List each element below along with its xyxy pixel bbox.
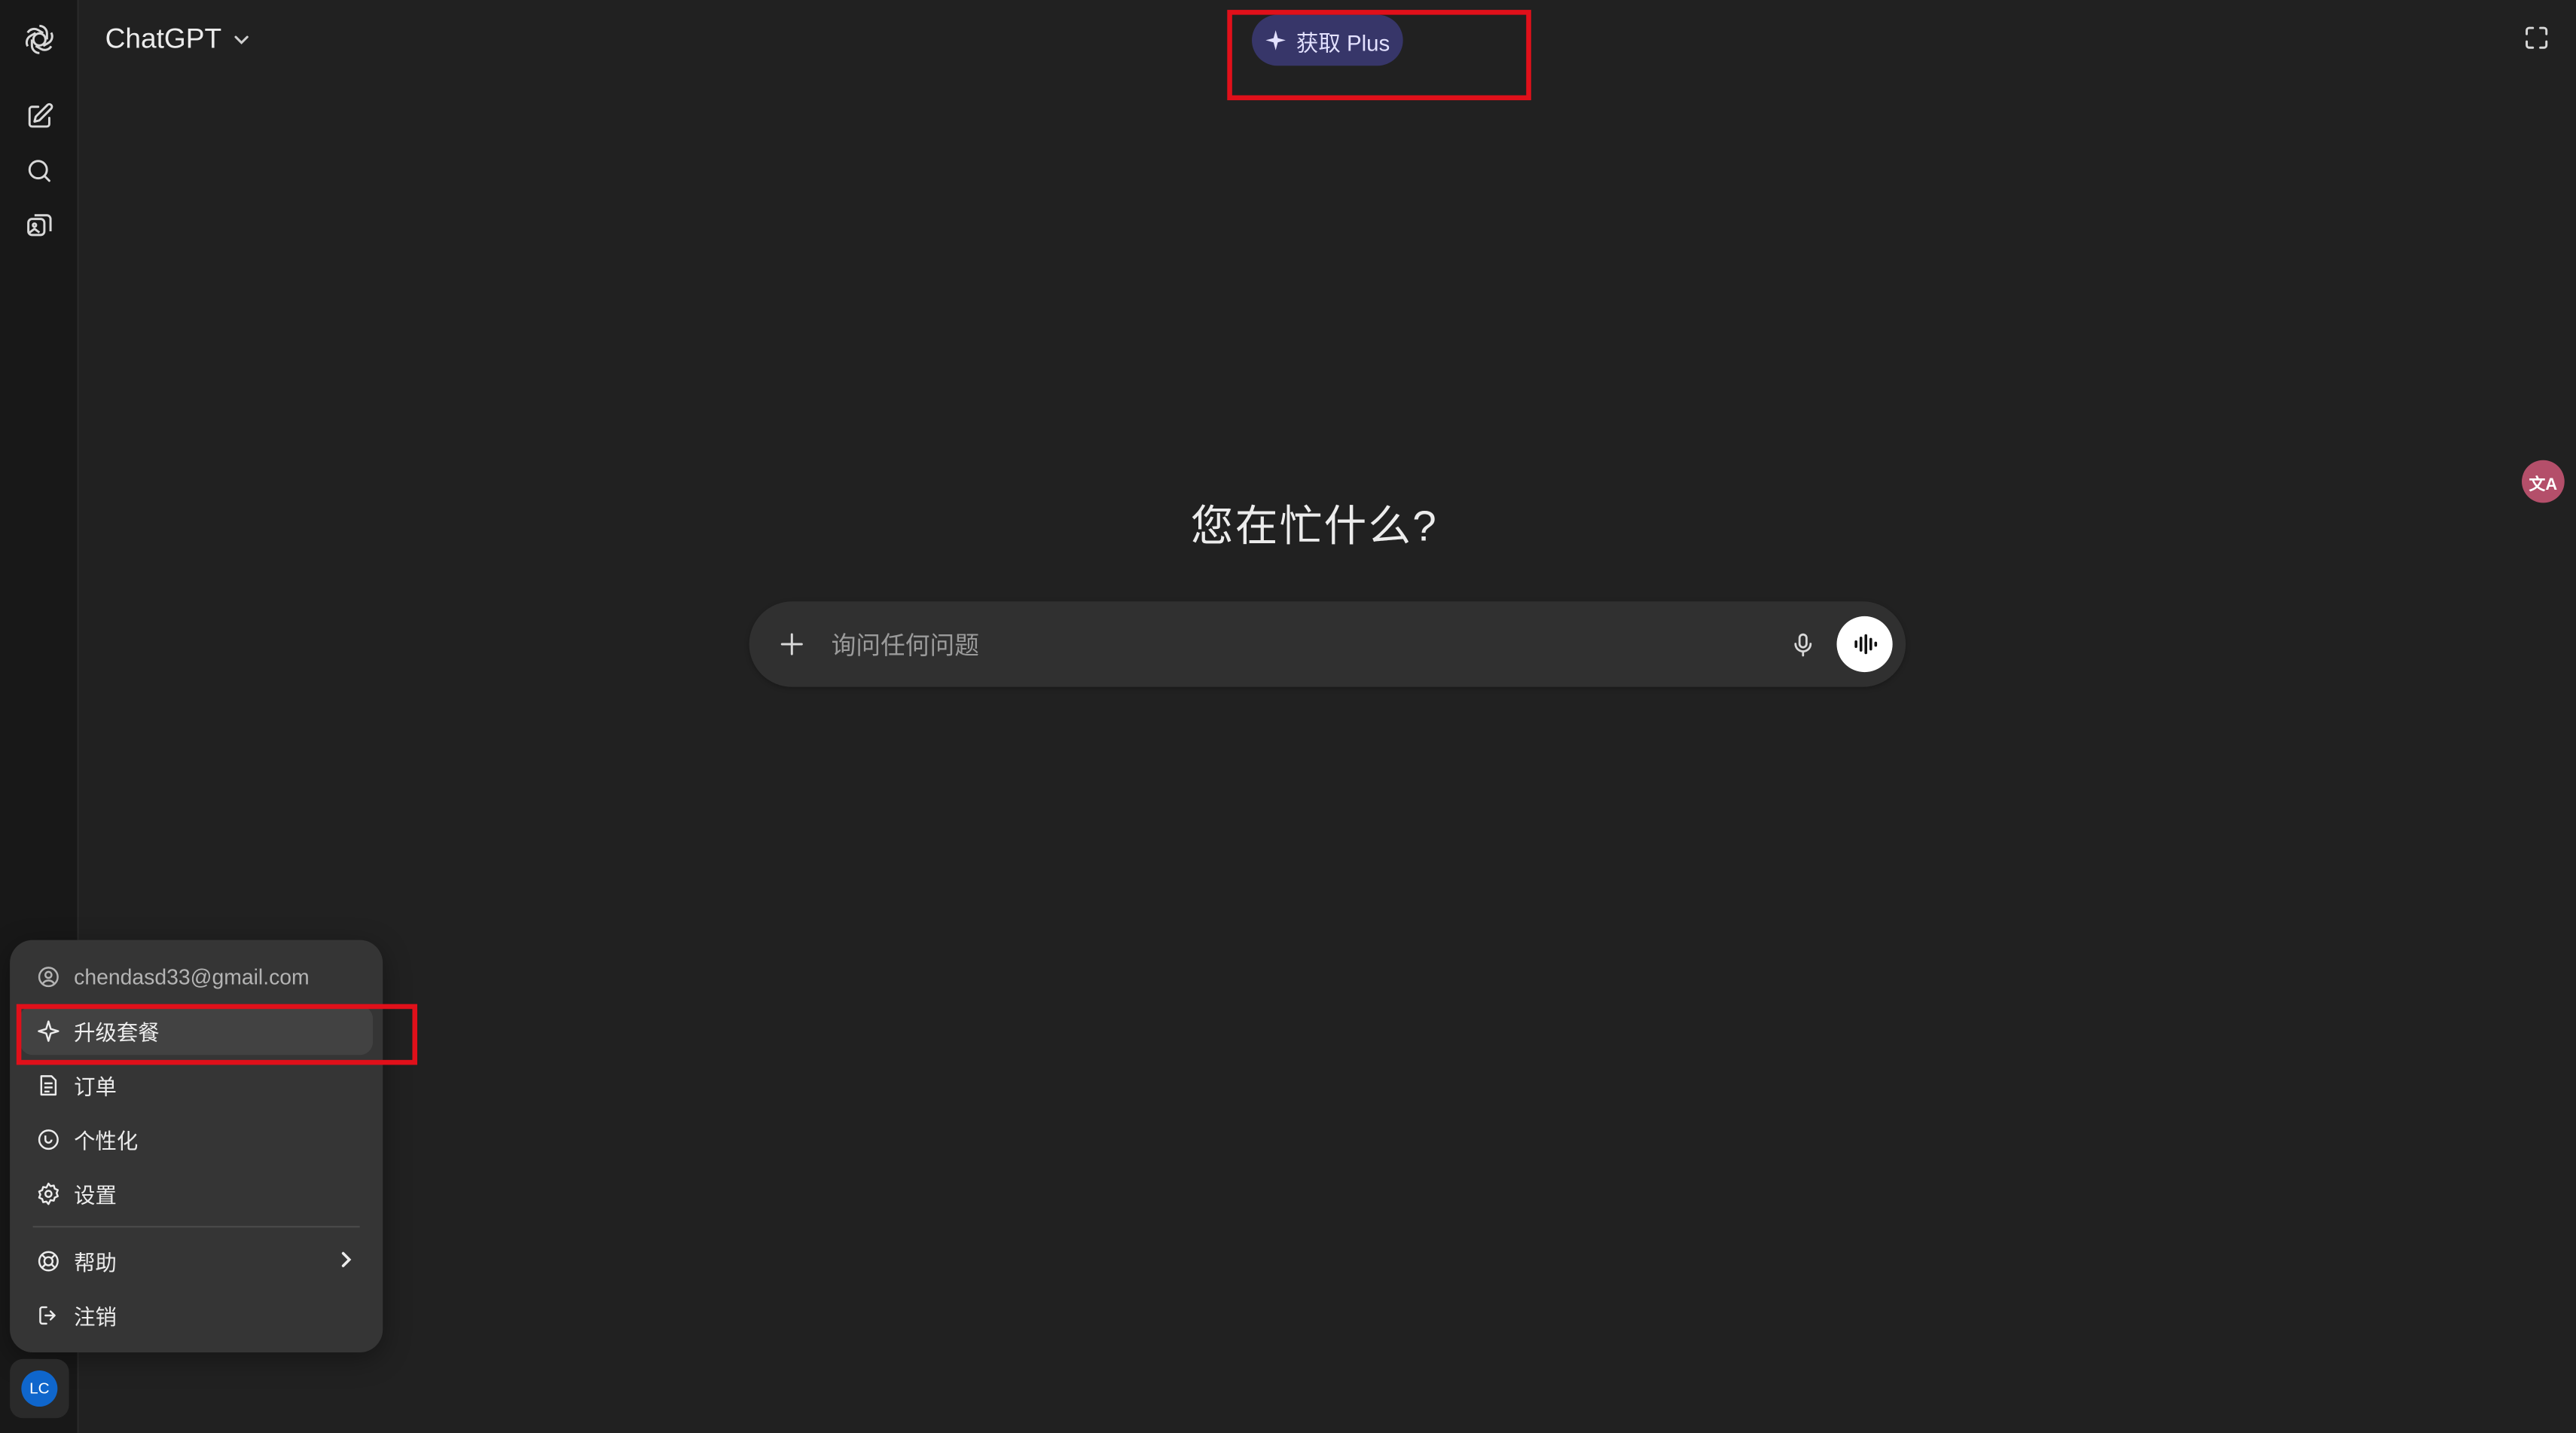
menu-item-settings[interactable]: 设置 [20,1169,373,1218]
account-email-row: chendasd33@gmail.com [20,952,373,1001]
get-plus-label: 获取 Plus [1296,30,1390,56]
new-chat-icon[interactable] [15,92,64,141]
menu-item-logout[interactable]: 注销 [20,1290,373,1339]
audio-waveform-icon [1854,634,1878,655]
account-menu: chendasd33@gmail.com 升级套餐 订单 个性化 设置 帮助 注… [10,940,383,1353]
app-root: ChatGPT 获取 Plus 文A 您在忙什么? 询问任何问题 chendas… [0,0,2576,1433]
library-icon[interactable] [15,200,64,249]
account-email: chendasd33@gmail.com [74,964,310,988]
dictate-button[interactable] [1781,623,1824,666]
menu-item-label: 升级套餐 [74,1019,160,1045]
help-icon [38,1250,59,1271]
prompt-composer [749,601,1906,687]
account-button[interactable]: LC [10,1358,69,1419]
menu-item-label: 帮助 [74,1249,117,1275]
avatar: LC [21,1370,58,1407]
personalize-icon [38,1129,59,1150]
microphone-icon [1793,632,1811,656]
add-attachment-button[interactable] [769,621,815,667]
voice-mode-button[interactable] [1836,616,1893,673]
menu-item-upgrade-plan[interactable]: 升级套餐 [20,1005,374,1056]
logout-icon [39,1305,56,1325]
chevron-right-icon [341,1251,352,1267]
sparkle-icon [1265,30,1286,50]
search-icon[interactable] [15,146,64,195]
menu-item-label: 个性化 [74,1128,139,1153]
menu-item-personalize[interactable]: 个性化 [20,1114,373,1163]
menu-item-label: 订单 [74,1074,117,1099]
get-plus-button[interactable]: 获取 Plus [1252,14,1403,66]
translate-badge-text: 文A [2529,475,2558,494]
chevron-down-icon [234,35,249,44]
menu-divider [32,1226,360,1228]
sparkle-icon [38,1019,60,1041]
menu-item-orders[interactable]: 订单 [20,1060,373,1109]
orders-icon [40,1074,57,1095]
menu-item-label: 注销 [74,1303,117,1329]
menu-item-help[interactable]: 帮助 [20,1236,373,1285]
temporary-chat-icon[interactable] [2519,20,2555,56]
page-headline: 您在忙什么? [1190,501,1438,551]
prompt-input[interactable] [828,621,1755,671]
settings-icon [38,1181,59,1205]
model-switcher[interactable]: ChatGPT [96,17,261,63]
openai-logo-icon[interactable] [15,15,64,64]
model-name: ChatGPT [105,23,222,54]
plus-icon [780,633,803,655]
user-circle-icon [38,966,59,987]
menu-item-label: 设置 [74,1182,117,1208]
